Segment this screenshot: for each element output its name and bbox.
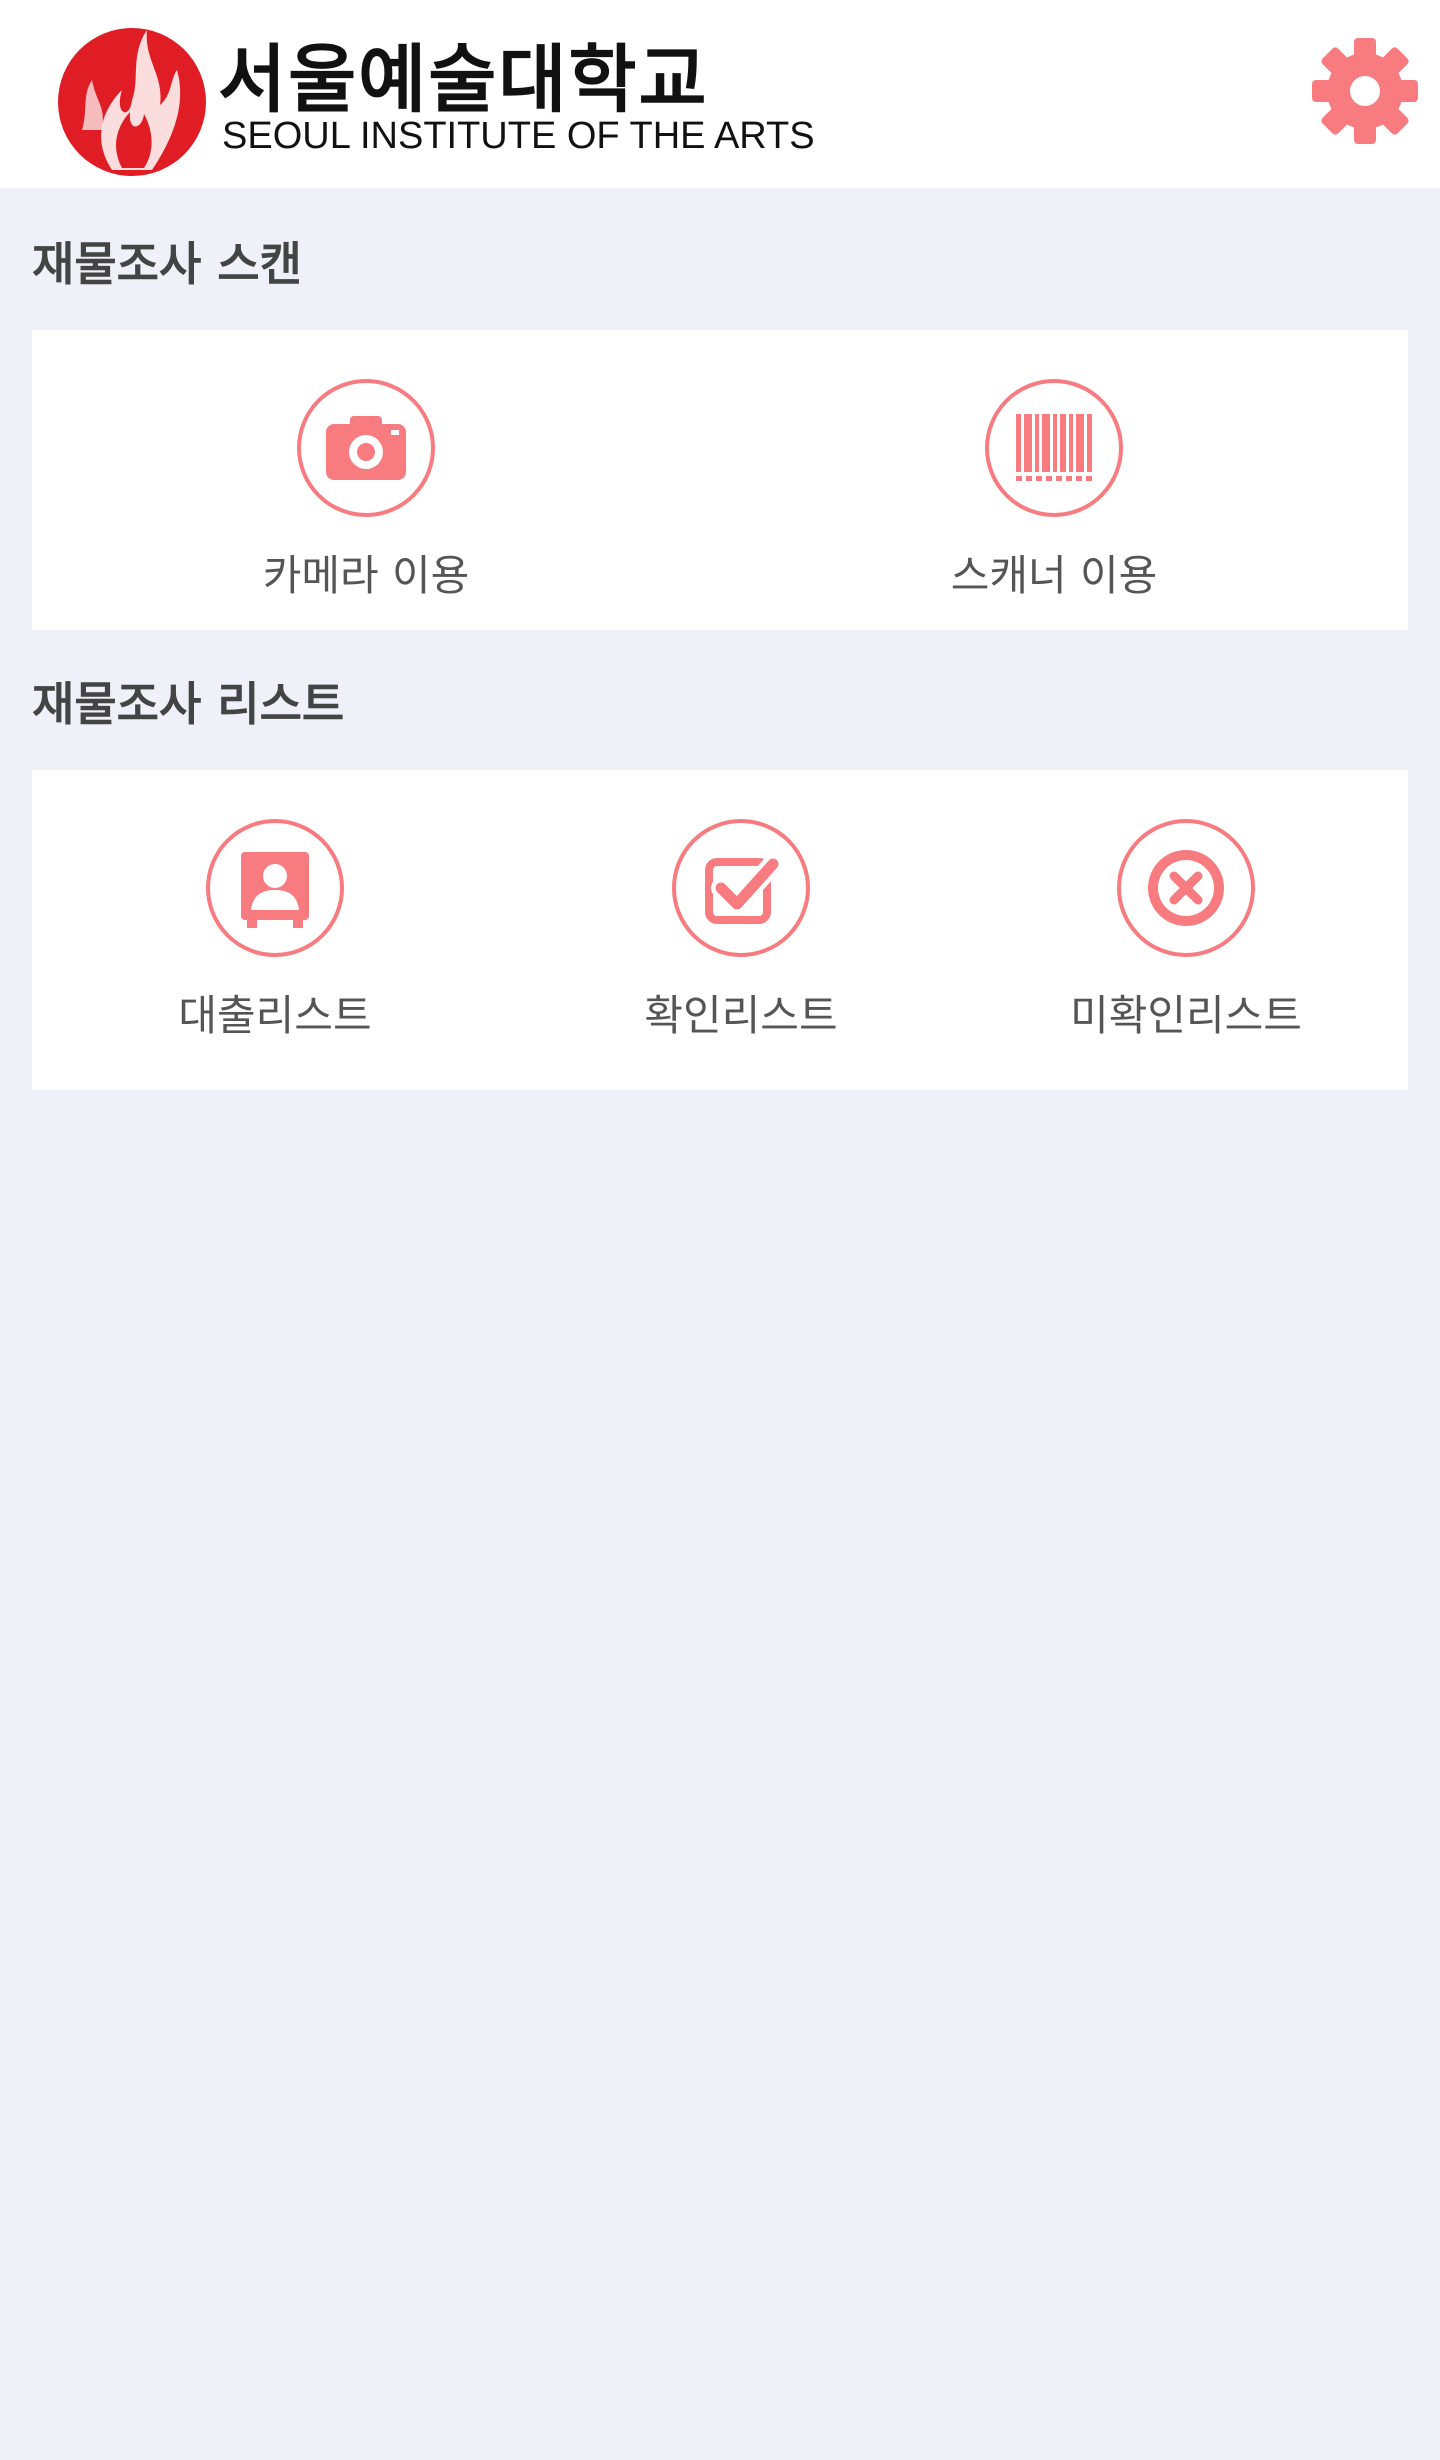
unconfirmed-list-label: 미확인리스트 <box>1070 991 1302 1040</box>
loan-list-label: 대출리스트 <box>178 991 372 1040</box>
camera-scan-button[interactable]: 카메라 이용 <box>32 330 700 630</box>
scan-panel: 카메라 이용 스캐너 이용 <box>32 330 1408 630</box>
unconfirmed-list-button[interactable]: 미확인리스트 <box>964 770 1408 1090</box>
scan-section-title: 재물조사 스캔 <box>32 237 302 291</box>
scanner-scan-button[interactable]: 스캐너 이용 <box>700 330 1408 630</box>
list-panel: 대출리스트 확인리스트 미확인리스트 <box>32 770 1408 1090</box>
gear-icon <box>1312 38 1418 144</box>
x-circle-icon <box>1117 819 1255 957</box>
list-section-title: 재물조사 리스트 <box>32 677 345 731</box>
camera-icon <box>297 379 435 517</box>
camera-scan-label: 카메라 이용 <box>262 551 470 600</box>
school-logo: 서울예술대학교 SEOUL INSTITUTE OF THE ARTS <box>52 10 815 180</box>
app-header: 서울예술대학교 SEOUL INSTITUTE OF THE ARTS <box>0 0 1440 188</box>
confirmed-list-button[interactable]: 확인리스트 <box>518 770 964 1090</box>
scanner-scan-label: 스캐너 이용 <box>950 551 1158 600</box>
logo-english-name: SEOUL INSTITUTE OF THE ARTS <box>222 115 815 157</box>
barcode-icon <box>985 379 1123 517</box>
contact-card-icon <box>206 819 344 957</box>
confirmed-list-label: 확인리스트 <box>644 991 838 1040</box>
flame-emblem-icon <box>58 28 206 176</box>
settings-button[interactable] <box>1310 36 1420 146</box>
logo-korean-name: 서울예술대학교 <box>218 37 709 123</box>
checkbox-icon <box>672 819 810 957</box>
loan-list-button[interactable]: 대출리스트 <box>32 770 518 1090</box>
